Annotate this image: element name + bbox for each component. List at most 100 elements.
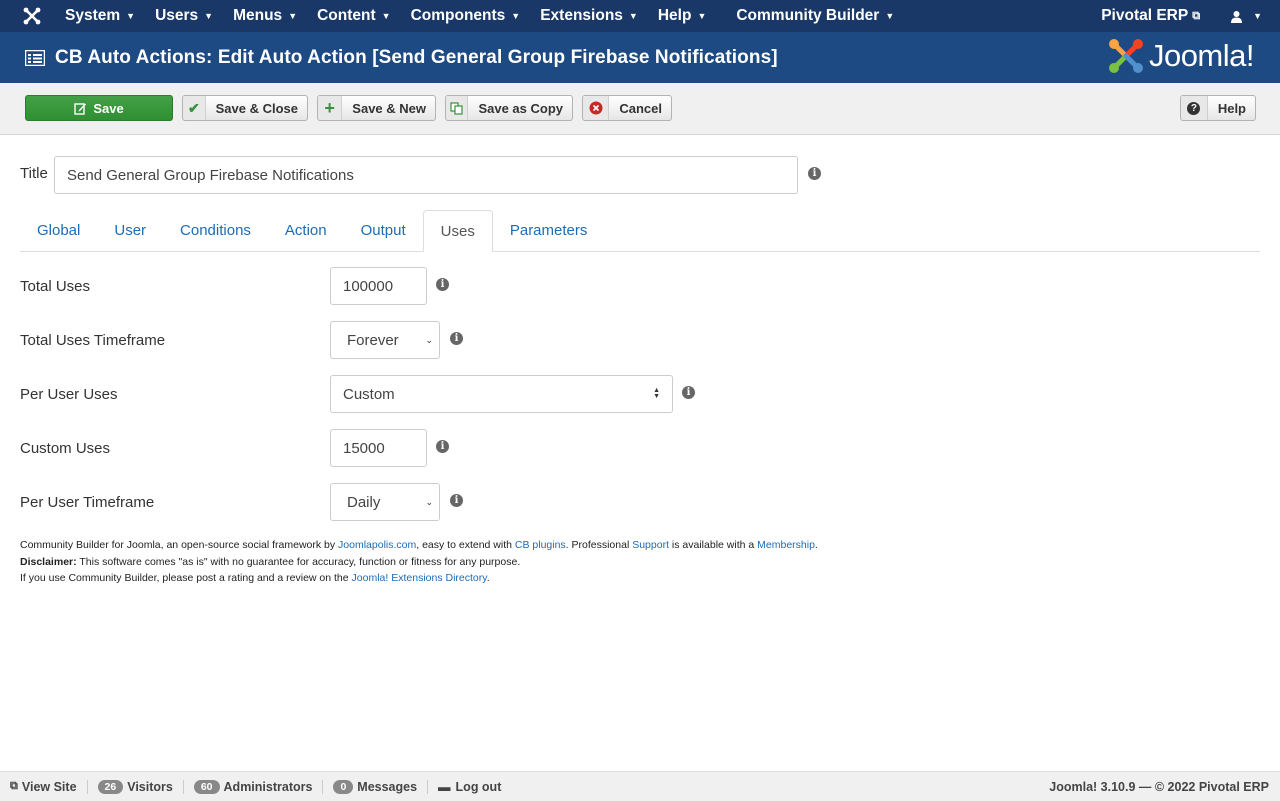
info-icon[interactable]: i [450,494,463,507]
user-menu[interactable]: ▼ [1220,0,1280,32]
total-uses-timeframe-select[interactable]: Forever ⌄ [330,321,440,359]
tab-user[interactable]: User [97,210,163,251]
caret-down-icon: ▼ [697,11,707,21]
messages-status[interactable]: 0 Messages [333,779,417,794]
footer-text: , easy to extend with [416,539,515,551]
external-link-icon: ⧉ [1192,9,1201,22]
menu-system[interactable]: System ▼ [64,0,145,32]
chevron-down-icon: ⌄ [425,496,433,507]
cb-footer: Community Builder for Joomla, an open-so… [20,537,818,587]
per-user-uses-label: Per User Uses [20,386,118,403]
support-link[interactable]: Support [632,539,669,551]
total-uses-timeframe-label: Total Uses Timeframe [20,332,166,349]
menu-label: Help [657,7,692,24]
caret-down-icon: ▼ [511,11,521,21]
per-user-uses-select[interactable]: Custom ▲ ▼ [330,375,673,413]
logout-label: Log out [455,779,502,794]
view-site-link[interactable]: ⧉ View Site [10,780,77,794]
save-button-content: Save [74,101,124,116]
footer-line-2: Disclaimer: This software comes "as is" … [20,554,818,571]
info-icon[interactable]: i [808,167,821,180]
jed-link[interactable]: Joomla! Extensions Directory [352,572,487,584]
info-icon[interactable]: i [436,440,449,453]
menu-content[interactable]: Content ▼ [307,0,400,32]
logout-link[interactable]: ▬ Log out [438,780,501,794]
menu-label: Components [410,7,506,24]
save-close-button[interactable]: ✔ Save & Close [182,95,308,121]
custom-uses-label: Custom Uses [20,440,111,457]
save-new-button[interactable]: + Save & New [317,95,436,121]
menu-label: Menus [233,7,283,24]
menu-users[interactable]: Users ▼ [145,0,223,32]
plus-icon: + [318,96,343,120]
copy-icon [446,96,469,120]
menu-label: Community Builder [736,7,880,24]
minus-icon: ▬ [438,779,451,794]
footer-text: . Professional [565,539,633,551]
divider [427,779,429,794]
tab-conditions[interactable]: Conditions [163,210,268,251]
menu-components[interactable]: Components ▼ [401,0,531,32]
joomlapolis-link[interactable]: Joomlapolis.com [338,539,416,551]
status-bar: ⧉ View Site 26 Visitors 60 Administrator… [0,771,1280,801]
per-user-timeframe-label: Per User Timeframe [20,494,155,511]
visitors-badge: 26 [97,779,124,794]
help-label: Help [1217,100,1246,116]
info-icon[interactable]: i [450,332,463,345]
save-copy-label: Save as Copy [478,100,563,116]
custom-uses-input[interactable] [330,429,427,467]
tab-action[interactable]: Action [268,210,344,251]
help-button[interactable]: ? Help [1180,95,1256,121]
footer-text: . [814,539,818,551]
chevron-down-icon: ⌄ [425,334,433,345]
menu-extensions[interactable]: Extensions ▼ [530,0,648,32]
info-icon[interactable]: i [436,278,449,291]
info-icon[interactable]: i [682,386,695,399]
admins-status[interactable]: 60 Administrators [193,779,312,794]
joomla-logo-icon[interactable] [0,0,64,32]
per-user-timeframe-select[interactable]: Daily ⌄ [330,483,440,521]
menu-community-builder[interactable]: Community Builder ▼ [726,0,904,32]
cb-plugins-link[interactable]: CB plugins [515,539,566,551]
title-input[interactable] [54,156,798,194]
visitors-status[interactable]: 26 Visitors [97,779,173,794]
list-icon [25,49,45,66]
select-value: Daily [347,493,381,511]
tab-uses[interactable]: Uses [422,210,493,252]
footer-text: . [486,572,490,584]
menu-label: Content [317,7,376,24]
caret-down-icon: ▼ [288,11,298,21]
user-icon [1231,10,1243,23]
save-copy-button[interactable]: Save as Copy [445,95,573,121]
view-site-label: View Site [21,779,77,794]
brand-text: Joomla! [1148,38,1255,73]
caret-down-icon: ▼ [1253,11,1262,21]
page-header: CB Auto Actions: Edit Auto Action [Send … [0,32,1280,83]
total-uses-input[interactable] [330,267,427,305]
footer-text: If you use Community Builder, please pos… [20,572,352,584]
caret-down-icon: ▼ [381,11,391,21]
save-button[interactable]: Save [25,95,173,121]
menu-menus[interactable]: Menus ▼ [223,0,307,32]
menu-help[interactable]: Help ▼ [648,0,717,32]
sort-icon: ▲ ▼ [653,387,660,400]
footer-text: Community Builder for Joomla, an open-so… [20,539,339,551]
visitors-label: Visitors [127,779,173,794]
save-new-label: Save & New [352,100,426,116]
question-icon: ? [1181,96,1208,120]
tab-global[interactable]: Global [20,210,97,251]
page-title: CB Auto Actions: Edit Auto Action [Send … [55,46,778,68]
cancel-button[interactable]: Cancel [582,95,672,121]
site-link-label: Pivotal ERP [1101,7,1189,24]
version-text: Joomla! 3.10.9 — © 2022 Pivotal ERP [1049,779,1269,794]
select-value: Forever [347,331,399,349]
joomla-brand: Joomla! [1107,37,1255,75]
tab-parameters[interactable]: Parameters [493,210,605,251]
tab-output[interactable]: Output [344,210,423,251]
divider [86,779,88,794]
membership-link[interactable]: Membership [757,539,815,551]
toolbar: Save ✔ Save & Close + Save & New Save as… [0,83,1280,135]
caret-down-icon: ▼ [204,11,214,21]
site-link[interactable]: Pivotal ERP ⧉ [1091,0,1210,32]
admins-badge: 60 [193,779,220,794]
